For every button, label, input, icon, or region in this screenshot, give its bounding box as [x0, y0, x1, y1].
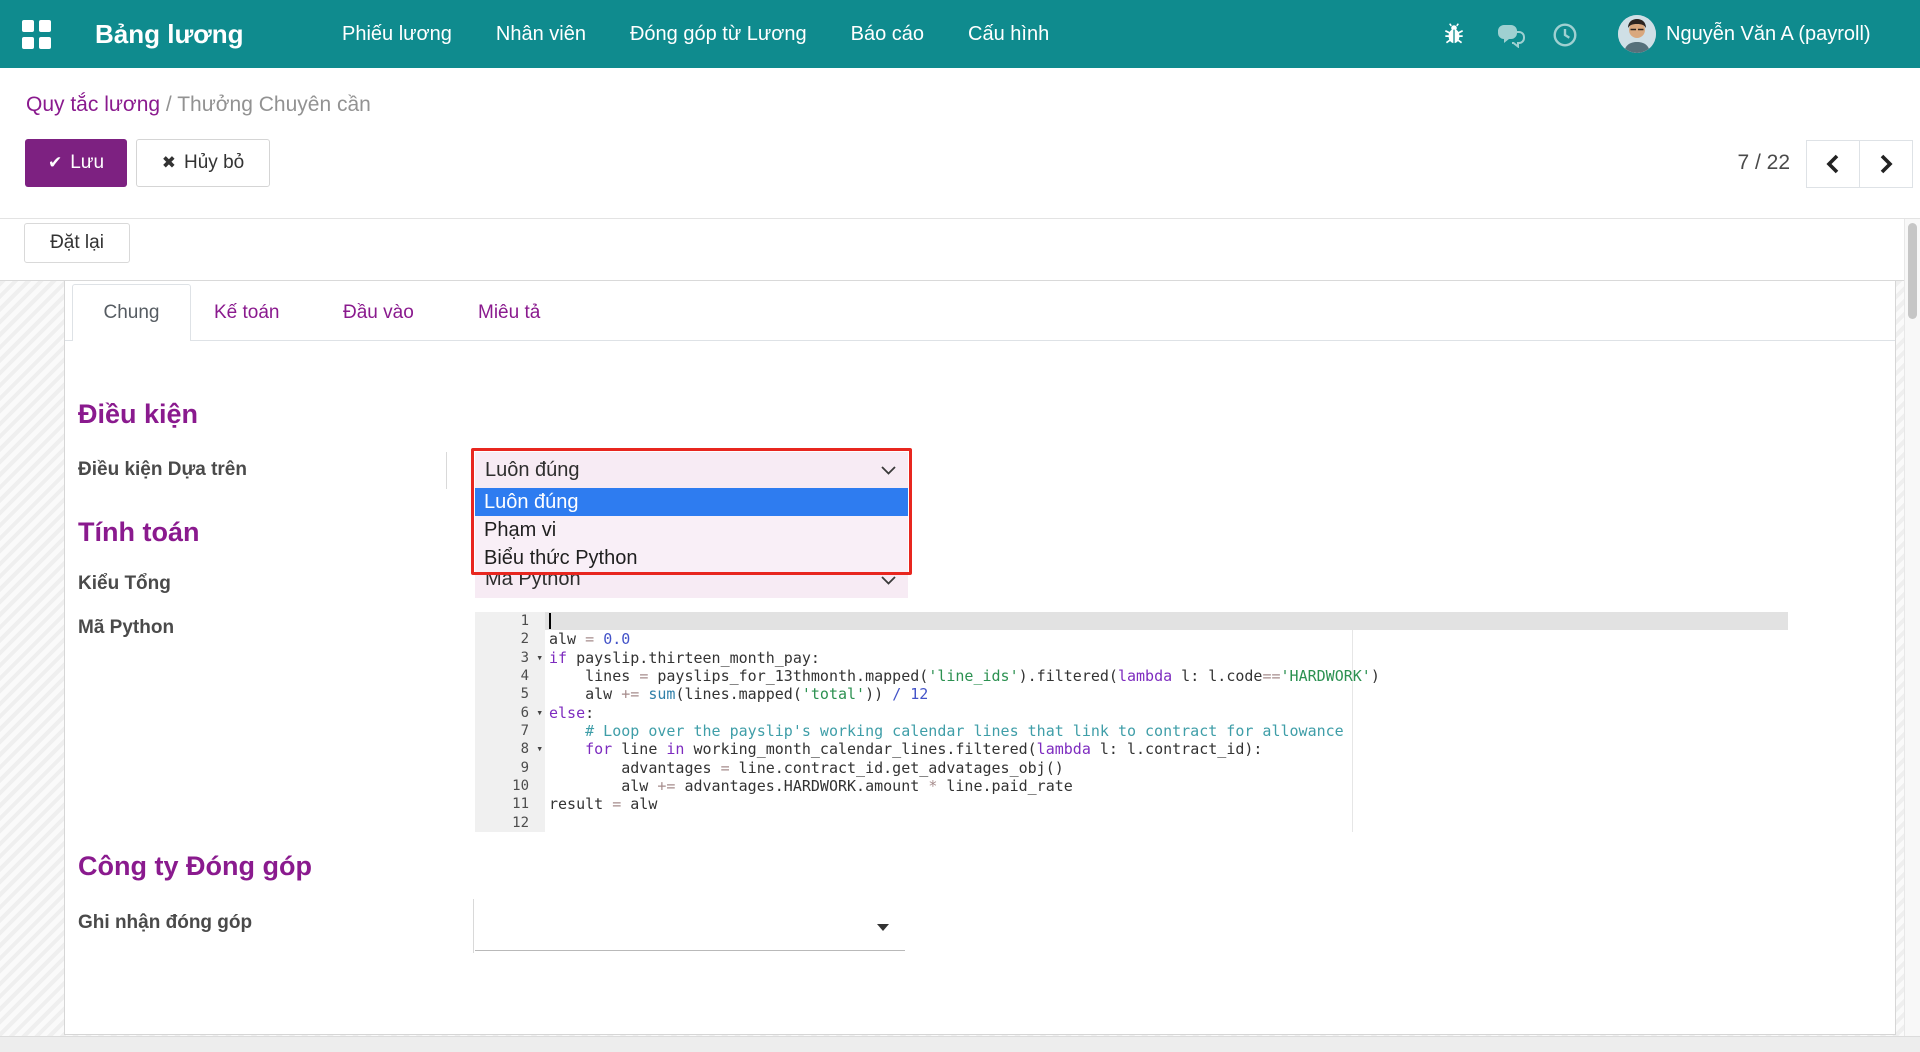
save-button[interactable]: ✔Lưu	[25, 139, 127, 187]
code-gutter: 123▾456▾78▾9101112	[475, 612, 545, 832]
gutter-line-number: 11	[475, 795, 545, 813]
breadcrumb-parent-link[interactable]: Quy tắc lương	[26, 93, 160, 116]
chevron-left-icon	[1825, 154, 1841, 174]
code-line[interactable]: advantages = line.contract_id.get_advata…	[545, 759, 1788, 777]
pager	[1806, 140, 1913, 188]
apps-grid-icon[interactable]	[22, 20, 51, 49]
gutter-line-number: 3▾	[475, 649, 545, 667]
column-separator	[446, 452, 447, 489]
tab-accounting[interactable]: Kế toán	[214, 284, 280, 341]
tab-bar	[65, 284, 1895, 341]
breadcrumb-separator: /	[166, 93, 177, 116]
code-line[interactable]: for line in working_month_calendar_lines…	[545, 740, 1788, 758]
fold-arrow-icon[interactable]: ▾	[536, 649, 543, 667]
tab-general[interactable]: Chung	[72, 284, 191, 341]
horizontal-scrollbar[interactable]	[0, 1036, 1920, 1052]
messages-icon[interactable]	[1496, 23, 1526, 53]
gutter-line-number: 5	[475, 685, 545, 703]
control-panel: Quy tắc lương / Thưởng Chuyên cần ✔Lưu ✖…	[0, 68, 1920, 219]
section-condition-title: Điều kiện	[78, 399, 198, 430]
app-brand[interactable]: Bảng lương	[95, 0, 244, 68]
fold-arrow-icon[interactable]: ▾	[536, 740, 543, 758]
python-code-label: Mã Python	[78, 617, 174, 639]
fold-arrow-icon[interactable]: ▾	[536, 704, 543, 722]
code-line[interactable]: alw += sum(lines.mapped('total')) / 12	[545, 685, 1788, 703]
menu-employees[interactable]: Nhân viên	[496, 23, 586, 46]
condition-select-value: Luôn đúng	[485, 459, 580, 481]
text-cursor	[549, 613, 551, 629]
chevron-down-icon	[881, 466, 896, 475]
section-contribution-title: Công ty Đóng góp	[78, 851, 312, 882]
menu-contributions[interactable]: Đóng góp từ Lương	[630, 23, 807, 46]
breadcrumb: Quy tắc lương / Thưởng Chuyên cần	[26, 88, 371, 122]
gutter-line-number: 4	[475, 667, 545, 685]
chevron-down-icon	[881, 576, 896, 585]
gutter-line-number: 6▾	[475, 704, 545, 722]
user-avatar[interactable]	[1618, 15, 1656, 53]
gutter-line-number: 7	[475, 722, 545, 740]
tab-description[interactable]: Miêu tả	[478, 284, 540, 341]
user-name[interactable]: Nguyễn Văn A (payroll)	[1666, 0, 1871, 68]
tab-inputs[interactable]: Đầu vào	[343, 284, 414, 341]
gutter-line-number: 1	[475, 612, 545, 630]
amount-type-label: Kiểu Tổng	[78, 573, 171, 595]
gutter-line-number: 8▾	[475, 740, 545, 758]
code-line[interactable]	[545, 814, 1788, 832]
chevron-right-icon	[1878, 154, 1894, 174]
menu-reports[interactable]: Báo cáo	[851, 23, 924, 46]
pager-next-button[interactable]	[1860, 140, 1913, 188]
page: Bảng lương Phiếu lương Nhân viên Đóng gó…	[0, 0, 1920, 1052]
dropdown-option[interactable]: Biểu thức Python	[475, 544, 908, 572]
code-line[interactable]: alw = 0.0	[545, 630, 1788, 648]
navbar-menus: Phiếu lương Nhân viên Đóng góp từ Lương …	[342, 0, 1049, 68]
section-computation-title: Tính toán	[78, 517, 199, 548]
code-line[interactable]: # Loop over the payslip's working calend…	[545, 722, 1788, 740]
condition-based-on-label: Điều kiện Dựa trên	[78, 459, 247, 481]
discard-button[interactable]: ✖Hủy bỏ	[136, 139, 270, 187]
gutter-line-number: 9	[475, 759, 545, 777]
code-line[interactable]: lines = payslips_for_13thmonth.mapped('l…	[545, 667, 1788, 685]
code-line[interactable]: else:	[545, 704, 1788, 722]
reset-button[interactable]: Đặt lại	[24, 223, 130, 263]
menu-payslips[interactable]: Phiếu lương	[342, 23, 452, 46]
statusbar: Đặt lại	[0, 219, 1920, 281]
gutter-line-number: 2	[475, 630, 545, 648]
condition-select[interactable]: Luôn đúng	[475, 452, 908, 488]
contribution-register-label: Ghi nhận đóng góp	[78, 912, 252, 934]
bug-icon[interactable]	[1441, 21, 1467, 52]
gutter-line-number: 12	[475, 814, 545, 832]
python-code-editor[interactable]: 123▾456▾78▾9101112 alw = 0.0if payslip.t…	[475, 612, 1788, 832]
dropdown-option[interactable]: Luôn đúng	[475, 488, 908, 516]
dropdown-option[interactable]: Phạm vi	[475, 516, 908, 544]
activities-clock-icon[interactable]	[1552, 22, 1578, 53]
cross-icon: ✖	[162, 153, 176, 172]
code-line[interactable]	[545, 612, 1788, 630]
caret-down-icon	[877, 924, 889, 931]
code-lines[interactable]: alw = 0.0if payslip.thirteen_month_pay: …	[545, 612, 1788, 832]
code-line[interactable]: if payslip.thirteen_month_pay:	[545, 649, 1788, 667]
top-navbar: Bảng lương Phiếu lương Nhân viên Đóng gó…	[0, 0, 1920, 68]
breadcrumb-current: Thưởng Chuyên cần	[177, 93, 371, 116]
condition-dropdown-list: Luôn đúng Phạm vi Biểu thức Python	[475, 488, 908, 572]
code-line[interactable]: result = alw	[545, 795, 1788, 813]
pager-previous-button[interactable]	[1806, 140, 1860, 188]
gutter-line-number: 10	[475, 777, 545, 795]
scrollbar-thumb[interactable]	[1908, 223, 1917, 319]
pager-value: 7 / 22	[1650, 140, 1790, 186]
vertical-scrollbar[interactable]	[1904, 219, 1920, 1052]
code-line[interactable]: alw += advantages.HARDWORK.amount * line…	[545, 777, 1788, 795]
check-icon: ✔	[48, 153, 62, 172]
menu-configuration[interactable]: Cấu hình	[968, 23, 1049, 46]
column-separator	[473, 899, 474, 953]
contribution-register-field[interactable]	[475, 903, 905, 951]
